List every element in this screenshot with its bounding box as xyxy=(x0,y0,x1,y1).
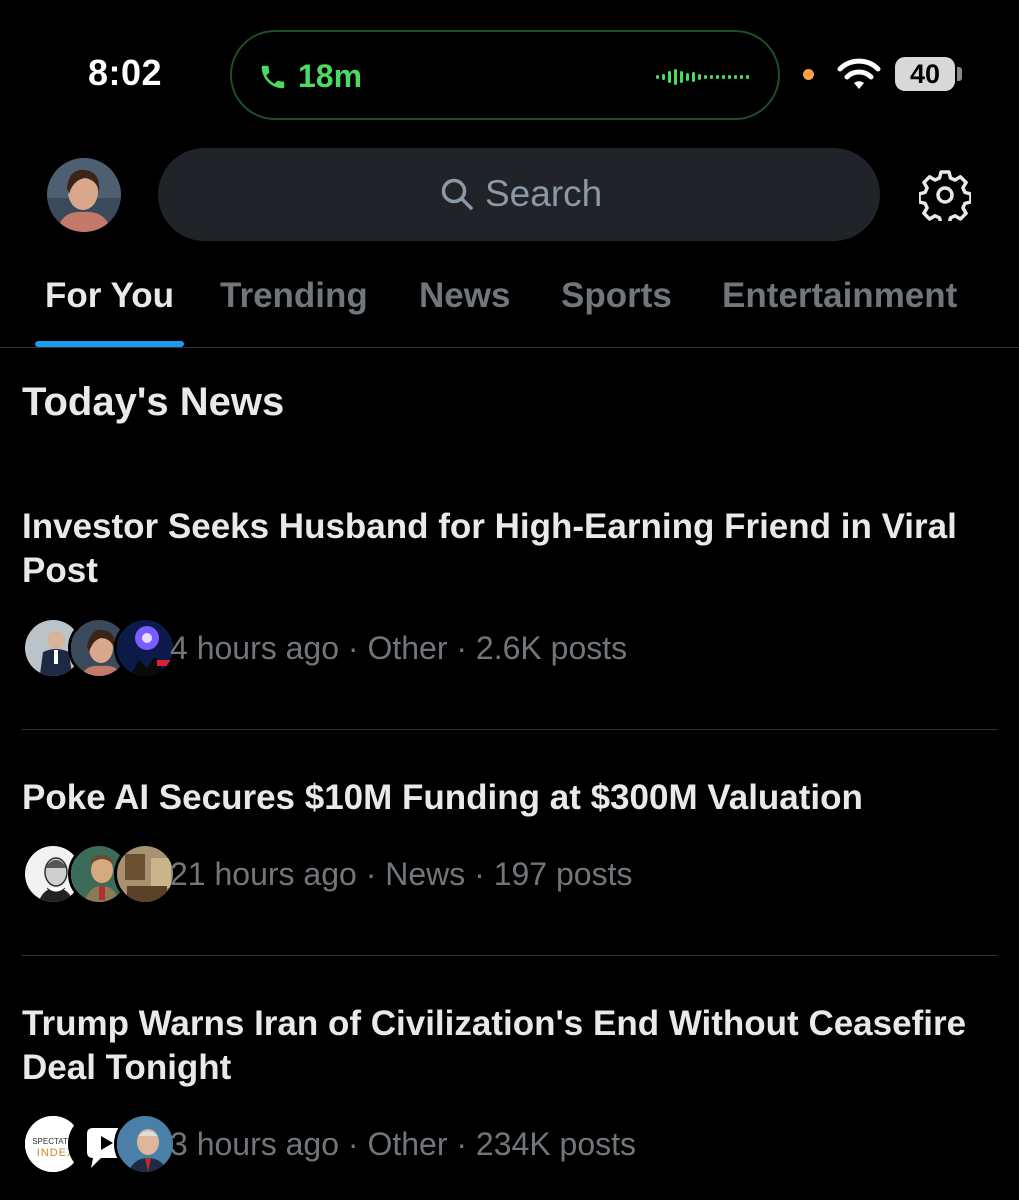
status-time: 8:02 xyxy=(88,52,163,93)
battery-indicator: 40 xyxy=(895,57,955,91)
news-avatars xyxy=(22,617,176,679)
explore-tabs: For You Trending News Sports Entertainme… xyxy=(0,276,1019,348)
profile-avatar-button[interactable] xyxy=(47,158,121,232)
privacy-indicator-dot xyxy=(803,69,814,80)
news-meta: 3 hours ago · Other · 234K posts xyxy=(170,1126,637,1162)
news-avatars: SPECTATOR INDEX xyxy=(22,1113,176,1175)
tabs-divider xyxy=(0,347,1019,348)
list-divider xyxy=(22,955,998,956)
news-item[interactable]: Trump Warns Iran of Civilization's End W… xyxy=(22,1002,998,1090)
tab-for-you[interactable]: For You xyxy=(45,276,174,316)
news-item[interactable]: Poke AI Secures $10M Funding at $300M Va… xyxy=(22,776,998,820)
battery-tip xyxy=(957,67,962,81)
search-icon xyxy=(441,178,473,210)
news-headline: Investor Seeks Husband for High-Earning … xyxy=(22,507,957,590)
section-title: Today's News xyxy=(22,380,285,424)
avatar xyxy=(114,617,176,679)
call-duration: 18m xyxy=(298,58,363,94)
list-divider xyxy=(22,729,998,730)
news-item[interactable]: Investor Seeks Husband for High-Earning … xyxy=(22,505,998,593)
avatar xyxy=(114,1113,176,1175)
news-headline: Trump Warns Iran of Civilization's End W… xyxy=(22,1004,967,1087)
active-call-pill[interactable]: 18m xyxy=(230,30,780,120)
news-meta: 21 hours ago · News · 197 posts xyxy=(170,856,633,892)
avatar xyxy=(114,843,176,905)
tab-sports[interactable]: Sports xyxy=(561,276,672,316)
audio-waveform-icon xyxy=(656,69,749,85)
explore-screen: 8:02 18m 40 Search For You Trending News… xyxy=(0,0,1019,1200)
phone-icon xyxy=(261,65,285,89)
gear-icon[interactable] xyxy=(919,169,971,221)
news-avatars xyxy=(22,843,176,905)
tab-trending[interactable]: Trending xyxy=(220,276,368,316)
news-headline: Poke AI Secures $10M Funding at $300M Va… xyxy=(22,778,863,817)
tab-news[interactable]: News xyxy=(419,276,510,316)
wifi-icon xyxy=(837,58,881,89)
tab-entertainment[interactable]: Entertainment xyxy=(722,276,957,316)
search-bar[interactable]: Search xyxy=(158,148,880,241)
battery-level: 40 xyxy=(909,59,941,89)
search-placeholder: Search xyxy=(485,173,603,214)
news-meta: 4 hours ago · Other · 2.6K posts xyxy=(170,630,628,666)
avatar xyxy=(47,158,121,232)
